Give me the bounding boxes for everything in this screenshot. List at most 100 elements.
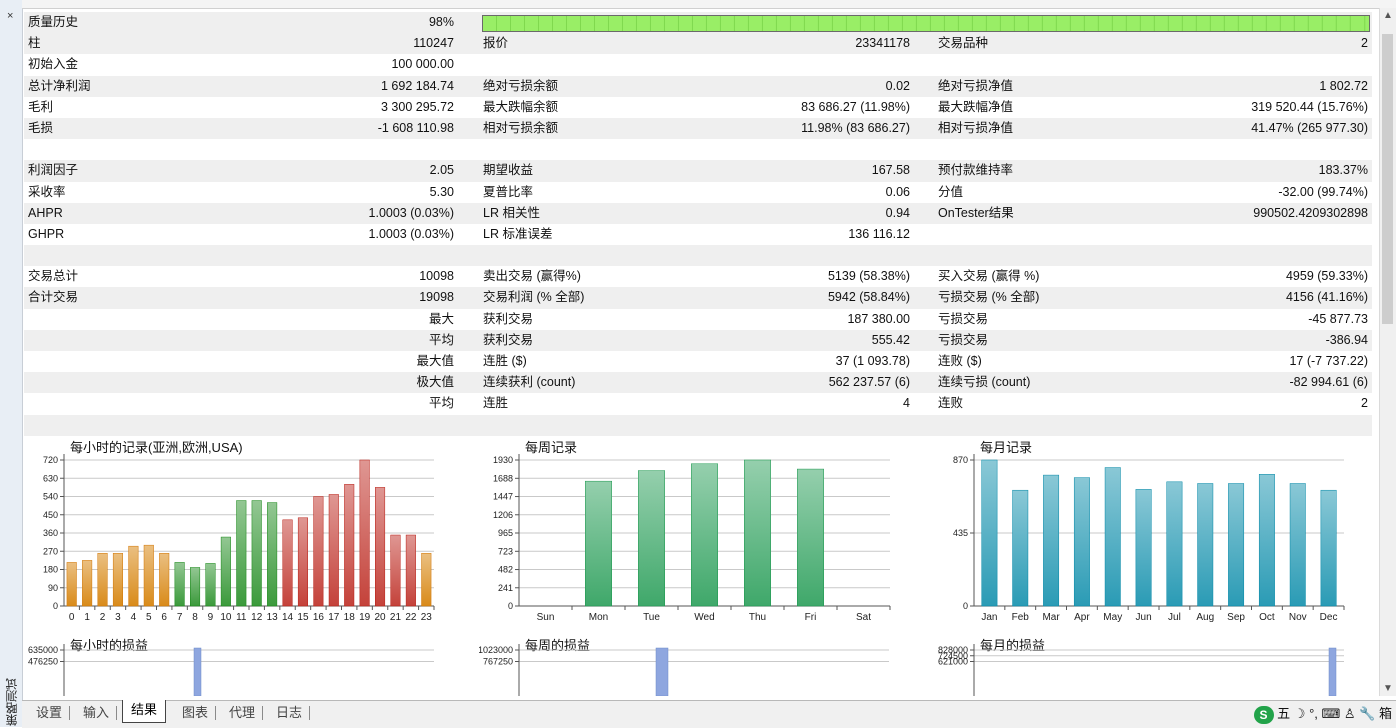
- stat-label: 连败 ($): [938, 354, 982, 368]
- bar: [282, 519, 293, 607]
- ime-logo-icon[interactable]: S: [1253, 705, 1274, 724]
- stat-label: 毛利: [28, 99, 54, 114]
- stat-value: 最大值: [416, 354, 454, 368]
- stat-value: 2: [1361, 396, 1368, 411]
- bar: [82, 560, 93, 607]
- stat-value: 83 686.27 (11.98%): [801, 99, 910, 114]
- stats-row: [24, 245, 1372, 267]
- stat-label: 交易品种: [938, 36, 989, 51]
- x-tick-label: 14: [282, 612, 294, 623]
- punctuation-icon[interactable]: °,: [1309, 706, 1318, 721]
- moon-icon[interactable]: ☽: [1294, 706, 1306, 721]
- bar: [143, 544, 154, 607]
- stats-row: 质量历史 98%: [24, 12, 1372, 34]
- wrench-icon[interactable]: 🔧: [1359, 706, 1375, 721]
- close-icon[interactable]: ×: [7, 10, 13, 22]
- chart-title: 每小时的损益: [70, 638, 148, 653]
- x-tick-label: 20: [374, 612, 386, 623]
- x-tick-label: Thu: [749, 612, 766, 623]
- stats-row: 交易总计 10098 卖出交易 (赢得%) 5139 (58.38%) 买入交易 (赢得…: [24, 266, 1372, 287]
- chart-title: 每月记录: [980, 440, 1032, 455]
- user-icon[interactable]: ♙: [1344, 706, 1356, 721]
- y-tick-label: 0: [963, 601, 968, 611]
- stat-label: 连败: [938, 396, 964, 411]
- chart-4: 每周的损益 1023000 767250: [478, 630, 919, 697]
- stat-label: 夏普比率: [483, 184, 534, 199]
- x-tick-label: Jul: [1168, 612, 1181, 623]
- stat-value: 5139 (58.38%): [827, 269, 910, 284]
- bar: [297, 517, 308, 607]
- x-tick-label: 19: [359, 612, 371, 623]
- stat-label: 相对亏损余额: [483, 120, 559, 135]
- x-tick-label: Feb: [1012, 612, 1030, 623]
- stat-value: 100 000.00: [391, 57, 454, 72]
- stat-value: 110247: [413, 36, 454, 51]
- bar: [375, 487, 386, 607]
- scrollbar-thumb[interactable]: [1382, 34, 1393, 324]
- x-tick-label: 22: [405, 612, 417, 623]
- x-tick-label: 10: [220, 612, 232, 623]
- y-tick-label: 1206: [493, 510, 513, 520]
- x-tick-label: Sun: [537, 612, 555, 623]
- x-tick-label: 23: [421, 612, 433, 623]
- x-tick-label: Nov: [1289, 612, 1307, 623]
- vertical-scrollbar[interactable]: ▲ ▼: [1379, 8, 1396, 696]
- stat-label: 最大跌幅余额: [483, 99, 559, 114]
- x-tick-label: 16: [313, 612, 325, 623]
- tab-3[interactable]: 图表: [174, 703, 217, 723]
- stats-row: 初始入金 100 000.00: [24, 54, 1372, 75]
- stat-value: 167.58: [871, 163, 910, 178]
- bar: [638, 470, 665, 607]
- stat-label: 亏损交易: [938, 332, 989, 347]
- chart-svg: 每月记录 0 435 870 Jan Feb Mar Apr May Jun Jul Aug Sep Oc…: [953, 440, 1345, 623]
- x-tick-label: 11: [236, 612, 247, 623]
- y-tick-label: 180: [43, 565, 58, 575]
- bar: [344, 484, 355, 607]
- stat-value: 10098: [419, 269, 454, 284]
- x-tick-label: 13: [267, 612, 279, 623]
- bar: [691, 463, 718, 607]
- stat-value: 0.06: [885, 184, 910, 199]
- y-tick-label: 965: [498, 528, 513, 538]
- tab-4[interactable]: 代理: [221, 703, 264, 723]
- ime-mode-label[interactable]: 五: [1277, 706, 1290, 721]
- results-table: 质量历史 98% 柱 110247 报价 23341178 交易品种 2 初始入金 100 000…: [24, 12, 1372, 436]
- stat-value: 5942 (58.84%): [827, 290, 910, 305]
- chart-svg: 每小时的损益 635000 476250: [28, 638, 434, 697]
- stat-label: 利润因子: [28, 163, 79, 178]
- bottom-tab-bar: 设置 输入 结果 图表 代理 日志 S 五 ☽ °, ⌨ ♙ 🔧 箱: [22, 700, 1396, 728]
- stat-label: 获利交易: [483, 311, 534, 326]
- bar: [744, 459, 771, 607]
- bar: [1289, 483, 1306, 607]
- chart-title: 每周记录: [525, 440, 577, 455]
- x-tick-label: 1: [84, 612, 90, 623]
- stat-value: 562 237.57 (6): [828, 375, 910, 390]
- bar: [981, 459, 998, 607]
- keyboard-icon[interactable]: ⌨: [1322, 706, 1341, 721]
- stats-row: 最大 获利交易 187 380.00 亏损交易 -45 877.73: [24, 309, 1372, 330]
- bar: [1258, 474, 1275, 607]
- y-tick-label: 621000: [938, 657, 968, 667]
- y-tick-label: 720: [43, 455, 58, 465]
- scroll-up-icon[interactable]: ▲: [1383, 10, 1393, 21]
- stat-label: 初始入金: [28, 57, 79, 72]
- bar: [797, 468, 824, 607]
- stat-value: 98%: [428, 15, 454, 29]
- tab-2[interactable]: 结果: [122, 700, 167, 723]
- bar: [655, 647, 669, 697]
- stat-value: 极大值: [416, 375, 454, 390]
- system-tray: S 五 ☽ °, ⌨ ♙ 🔧 箱: [1253, 703, 1392, 725]
- stat-label: 绝对亏损净值: [938, 78, 1014, 93]
- x-tick-label: Jan: [981, 612, 997, 623]
- stat-label: GHPR: [28, 226, 65, 241]
- tab-5[interactable]: 日志: [268, 703, 311, 723]
- scroll-down-icon[interactable]: ▼: [1383, 683, 1393, 694]
- x-tick-label: May: [1103, 612, 1122, 623]
- tab-1[interactable]: 输入: [75, 703, 118, 723]
- tab-0[interactable]: 设置: [28, 703, 71, 723]
- bar: [1073, 477, 1090, 607]
- stat-label: 连续获利 (count): [483, 375, 576, 390]
- bar: [1328, 647, 1337, 697]
- x-tick-label: 15: [297, 612, 309, 623]
- stat-label: OnTester结果: [938, 205, 1014, 220]
